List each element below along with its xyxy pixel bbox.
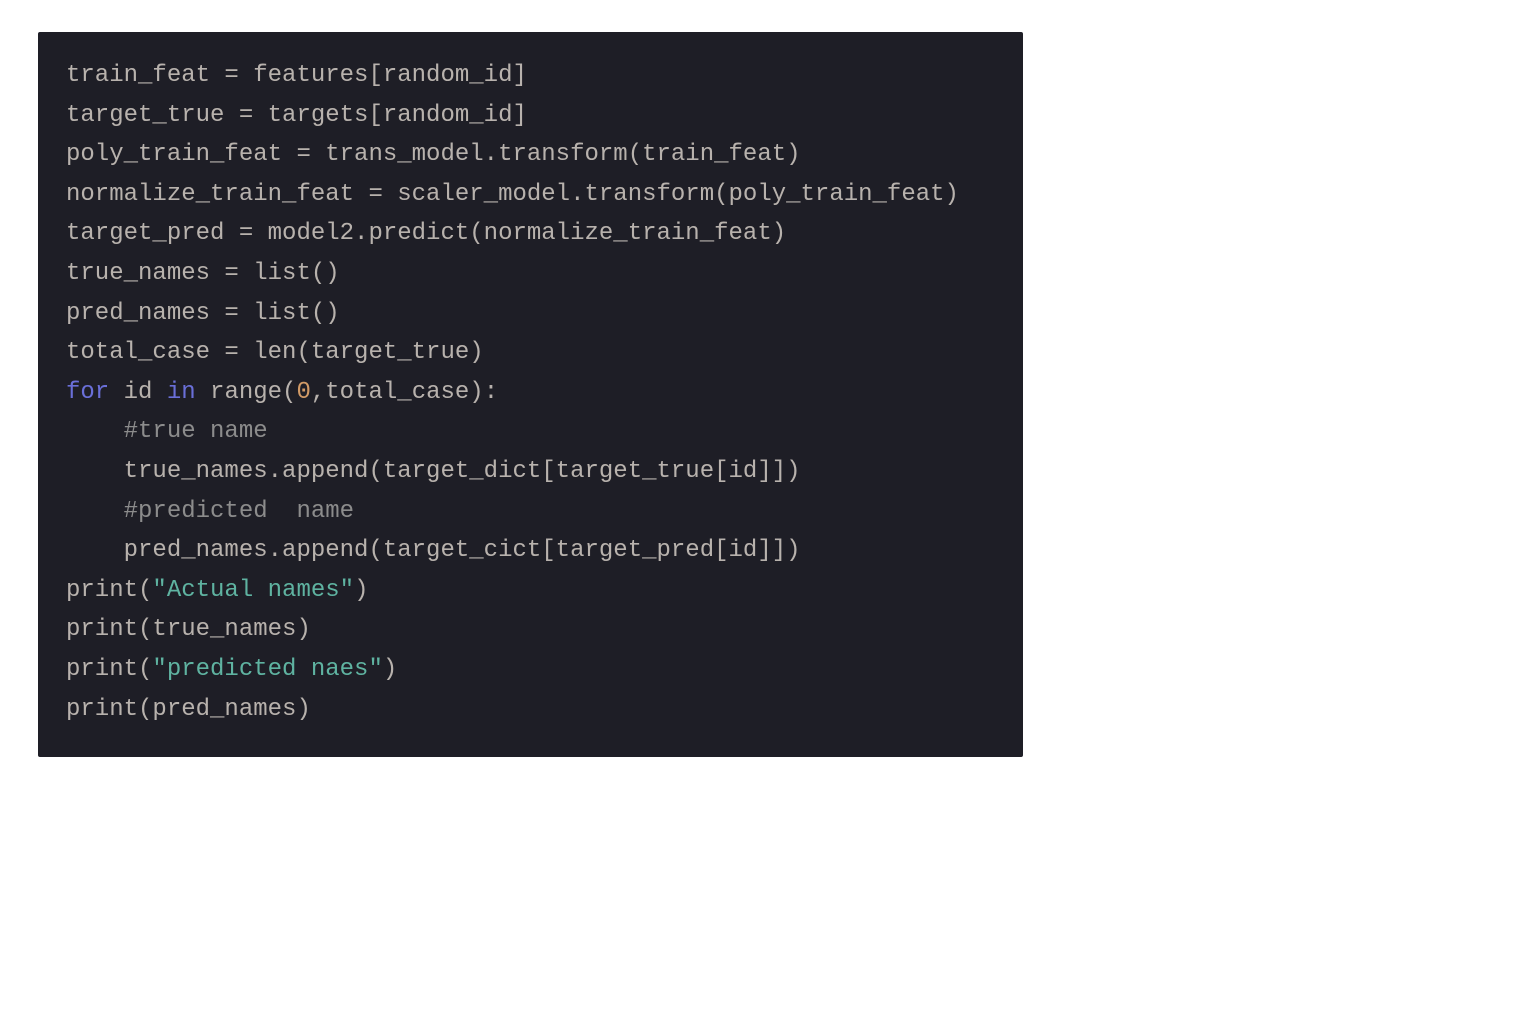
code-token: pred_names = list() xyxy=(66,300,340,327)
code-line: normalize_train_feat = scaler_model.tran… xyxy=(66,175,995,215)
code-token: for xyxy=(66,379,109,406)
code-token: ) xyxy=(383,656,397,683)
code-line: print("Actual names") xyxy=(66,571,995,611)
code-line: target_pred = model2.predict(normalize_t… xyxy=(66,214,995,254)
code-line: total_case = len(target_true) xyxy=(66,333,995,373)
code-token: train_feat = features[random_id] xyxy=(66,62,527,89)
code-line: print(true_names) xyxy=(66,610,995,650)
code-line: print("predicted naes") xyxy=(66,650,995,690)
code-token: print(pred_names) xyxy=(66,696,311,723)
code-line: #true name xyxy=(66,412,995,452)
indent xyxy=(66,418,124,445)
code-token: target_pred = model2.predict(normalize_t… xyxy=(66,220,786,247)
code-token: normalize_train_feat = scaler_model.tran… xyxy=(66,181,959,208)
indent xyxy=(66,458,124,485)
code-token: print(true_names) xyxy=(66,616,311,643)
code-line: train_feat = features[random_id] xyxy=(66,56,995,96)
code-token: ) xyxy=(354,577,368,604)
code-token: print( xyxy=(66,656,152,683)
indent xyxy=(66,498,124,525)
code-line: true_names.append(target_dict[target_tru… xyxy=(66,452,995,492)
code-token: id xyxy=(109,379,167,406)
code-token: #predicted name xyxy=(124,498,354,525)
code-line: pred_names = list() xyxy=(66,294,995,334)
code-token: "Actual names" xyxy=(152,577,354,604)
code-token: pred_names.append(target_cict[target_pre… xyxy=(124,537,801,564)
code-token: #true name xyxy=(124,418,268,445)
code-line: poly_train_feat = trans_model.transform(… xyxy=(66,135,995,175)
code-token: total_case = len(target_true) xyxy=(66,339,484,366)
code-token: in xyxy=(167,379,196,406)
code-line: pred_names.append(target_cict[target_pre… xyxy=(66,531,995,571)
indent xyxy=(66,537,124,564)
code-token: print( xyxy=(66,577,152,604)
code-line: #predicted name xyxy=(66,492,995,532)
code-token: "predicted naes" xyxy=(152,656,382,683)
code-line: target_true = targets[random_id] xyxy=(66,96,995,136)
code-token: true_names = list() xyxy=(66,260,340,287)
code-token: target_true = targets[random_id] xyxy=(66,102,527,129)
code-block: train_feat = features[random_id] target_t… xyxy=(38,32,1023,757)
code-token: ,total_case): xyxy=(311,379,498,406)
code-token: poly_train_feat = trans_model.transform(… xyxy=(66,141,801,168)
code-token: true_names.append(target_dict[target_tru… xyxy=(124,458,801,485)
code-token: 0 xyxy=(296,379,310,406)
code-token: range( xyxy=(196,379,297,406)
code-line: print(pred_names) xyxy=(66,690,995,730)
code-line: for id in range(0,total_case): xyxy=(66,373,995,413)
code-line: true_names = list() xyxy=(66,254,995,294)
